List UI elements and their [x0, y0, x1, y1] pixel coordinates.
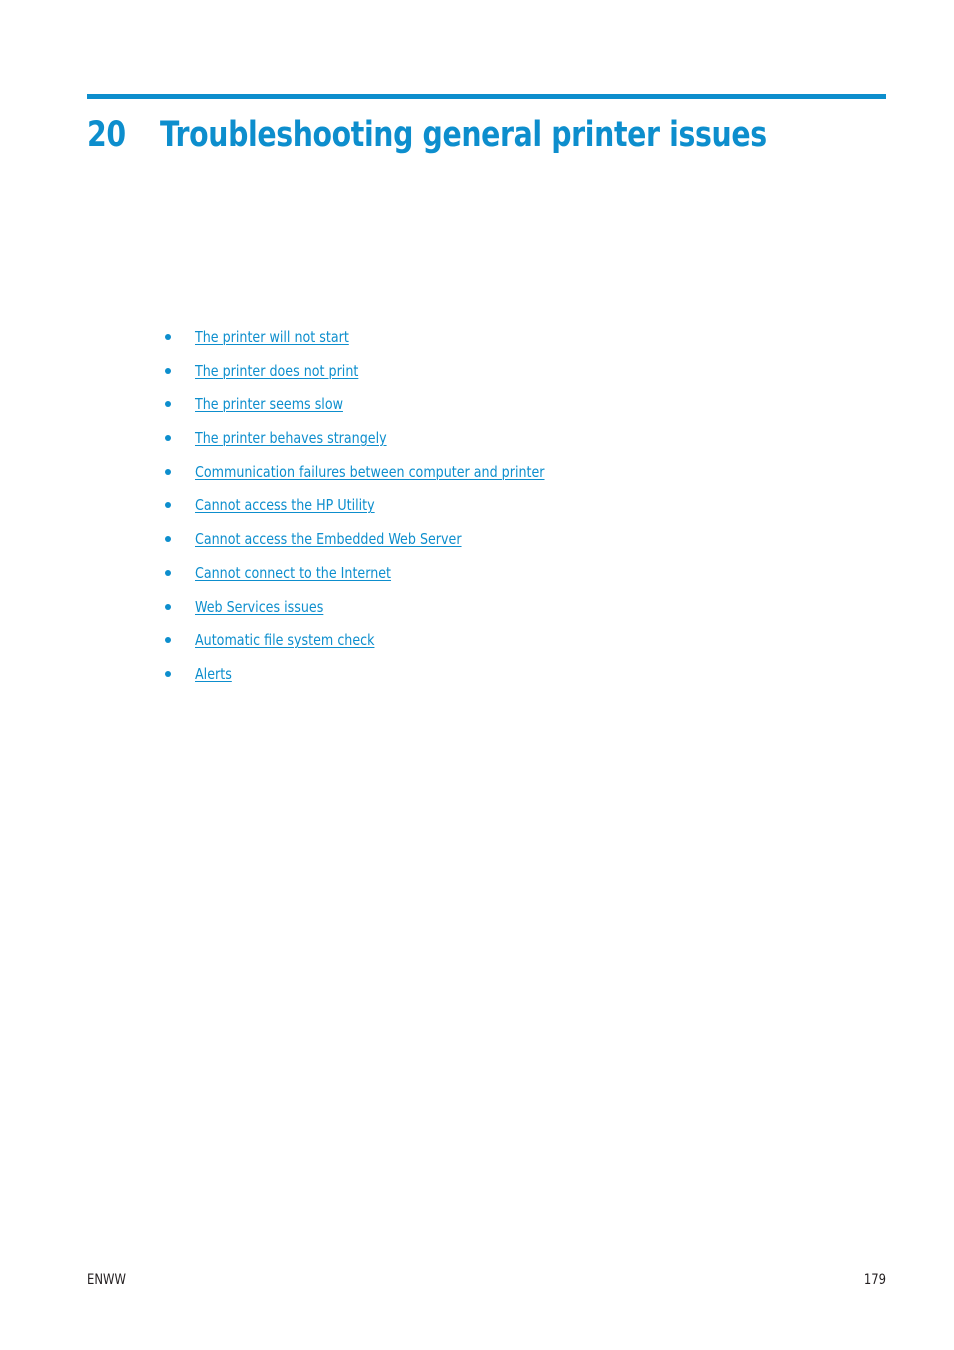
bullet-icon: [165, 334, 171, 340]
page-title: Troubleshooting general printer issues: [160, 115, 767, 155]
toc-link[interactable]: Communication failures between computer …: [195, 462, 545, 482]
toc-link[interactable]: Cannot access the Embedded Web Server: [195, 529, 462, 549]
bullet-icon: [165, 502, 171, 509]
bullet-icon: [165, 603, 171, 610]
list-item: The printer will not start: [165, 327, 865, 361]
bullet-icon: [165, 670, 171, 677]
list-item: Automatic file system check: [165, 630, 865, 664]
list-item: Web Services issues: [165, 597, 865, 631]
document-page: 20 Troubleshooting general printer issue…: [0, 0, 954, 1350]
bullet-icon: [165, 569, 171, 576]
list-item: The printer seems slow: [165, 394, 865, 428]
toc-link[interactable]: The printer will not start: [195, 327, 349, 347]
list-item: Cannot access the HP Utility: [165, 495, 865, 529]
bullet-icon: [165, 367, 171, 374]
list-item: Communication failures between computer …: [165, 462, 865, 496]
toc-link[interactable]: Web Services issues: [195, 597, 323, 617]
toc-link[interactable]: Alerts: [195, 664, 232, 684]
list-item: Cannot access the Embedded Web Server: [165, 529, 865, 563]
list-item: The printer does not print: [165, 361, 865, 395]
chapter-contents-list: The printer will not start The printer d…: [165, 327, 865, 698]
toc-link[interactable]: The printer seems slow: [195, 394, 343, 414]
chapter-number: 20: [87, 115, 126, 155]
bullet-icon: [165, 468, 171, 475]
toc-link[interactable]: Cannot connect to the Internet: [195, 563, 391, 583]
bullet-icon: [165, 637, 171, 644]
toc-link[interactable]: Automatic file system check: [195, 630, 374, 650]
page-number: 179: [863, 1272, 886, 1288]
footer-locale-label: ENWW: [87, 1272, 126, 1288]
bullet-icon: [165, 401, 171, 408]
bullet-icon: [165, 536, 171, 543]
page-footer: ENWW 179: [87, 1270, 886, 1290]
chapter-header: 20 Troubleshooting general printer issue…: [87, 94, 886, 157]
toc-link[interactable]: The printer behaves strangely: [195, 428, 387, 448]
list-item: Cannot connect to the Internet: [165, 563, 865, 597]
chapter-rule-divider: [87, 94, 886, 99]
list-item: Alerts: [165, 664, 865, 698]
list-item: The printer behaves strangely: [165, 428, 865, 462]
chapter-title-row: 20 Troubleshooting general printer issue…: [87, 113, 886, 157]
bullet-icon: [165, 435, 171, 442]
toc-link[interactable]: Cannot access the HP Utility: [195, 495, 375, 515]
toc-link[interactable]: The printer does not print: [195, 361, 358, 381]
